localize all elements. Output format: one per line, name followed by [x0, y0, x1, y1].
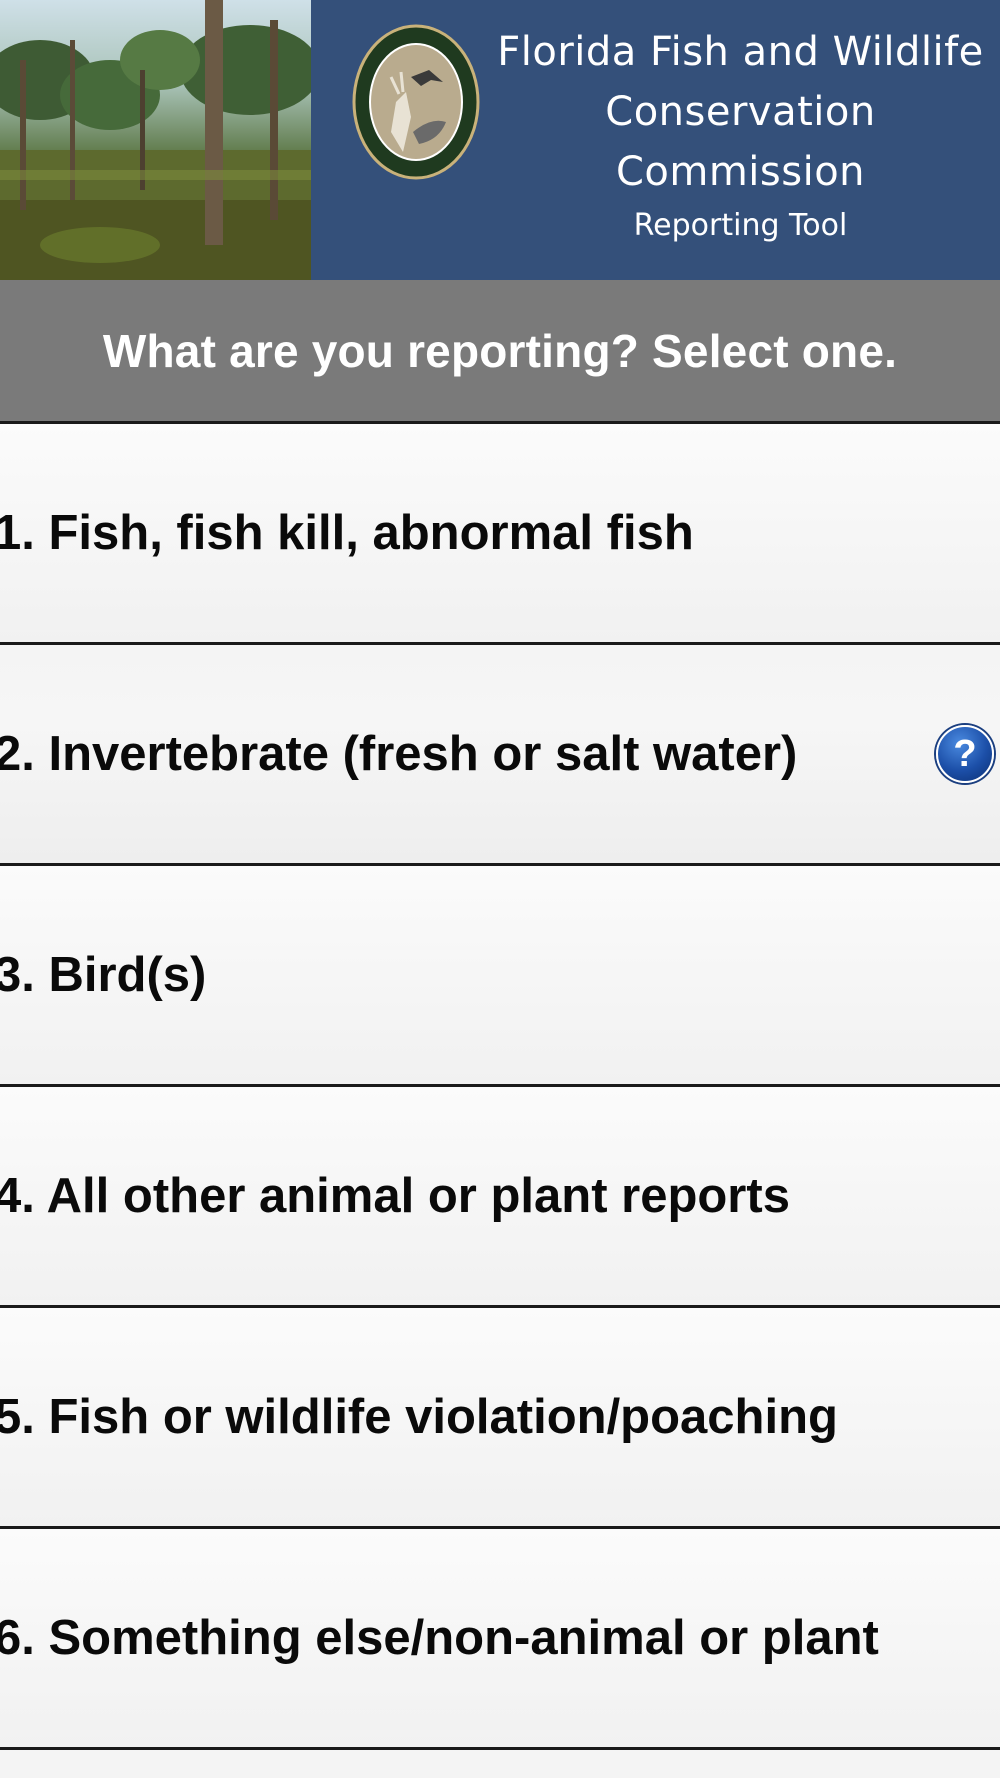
fwc-seal-logo — [351, 22, 481, 182]
option-fish[interactable]: 1. Fish, fish kill, abnormal fish — [0, 424, 1000, 645]
option-other-animal-plant[interactable]: 4. All other animal or plant reports — [0, 1087, 1000, 1308]
option-label: 2. Invertebrate (fresh or salt water) — [0, 727, 798, 781]
option-invertebrate[interactable]: 2. Invertebrate (fresh or salt water) ? — [0, 645, 1000, 866]
brand-panel: Florida Fish and Wildlife Conservation C… — [311, 0, 1000, 280]
report-type-list: 1. Fish, fish kill, abnormal fish 2. Inv… — [0, 424, 1000, 1750]
option-label: 1. Fish, fish kill, abnormal fish — [0, 506, 694, 560]
option-something-else[interactable]: 6. Something else/non-animal or plant — [0, 1529, 1000, 1750]
option-label: 4. All other animal or plant reports — [0, 1169, 790, 1223]
option-birds[interactable]: 3. Bird(s) — [0, 866, 1000, 1087]
question-mark-icon[interactable]: ? — [936, 725, 994, 783]
pine-forest-photo — [0, 0, 311, 280]
reporting-tool-screen: Florida Fish and Wildlife Conservation C… — [0, 0, 1000, 1778]
brand-title: Florida Fish and Wildlife Conservation C… — [481, 22, 1000, 248]
option-label: 3. Bird(s) — [0, 948, 207, 1002]
app-header: Florida Fish and Wildlife Conservation C… — [0, 0, 1000, 280]
option-label: 6. Something else/non-animal or plant — [0, 1611, 879, 1665]
prompt-text: What are you reporting? Select one. — [102, 324, 898, 377]
option-violation-poaching[interactable]: 5. Fish or wildlife violation/poaching — [0, 1308, 1000, 1529]
brand-title-line1: Florida Fish and Wildlife — [497, 29, 984, 75]
option-label: 5. Fish or wildlife violation/poaching — [0, 1390, 838, 1444]
brand-title-line2: Conservation Commission — [605, 89, 876, 195]
prompt-bar: What are you reporting? Select one. — [0, 280, 1000, 424]
brand-subtitle: Reporting Tool — [633, 208, 848, 243]
